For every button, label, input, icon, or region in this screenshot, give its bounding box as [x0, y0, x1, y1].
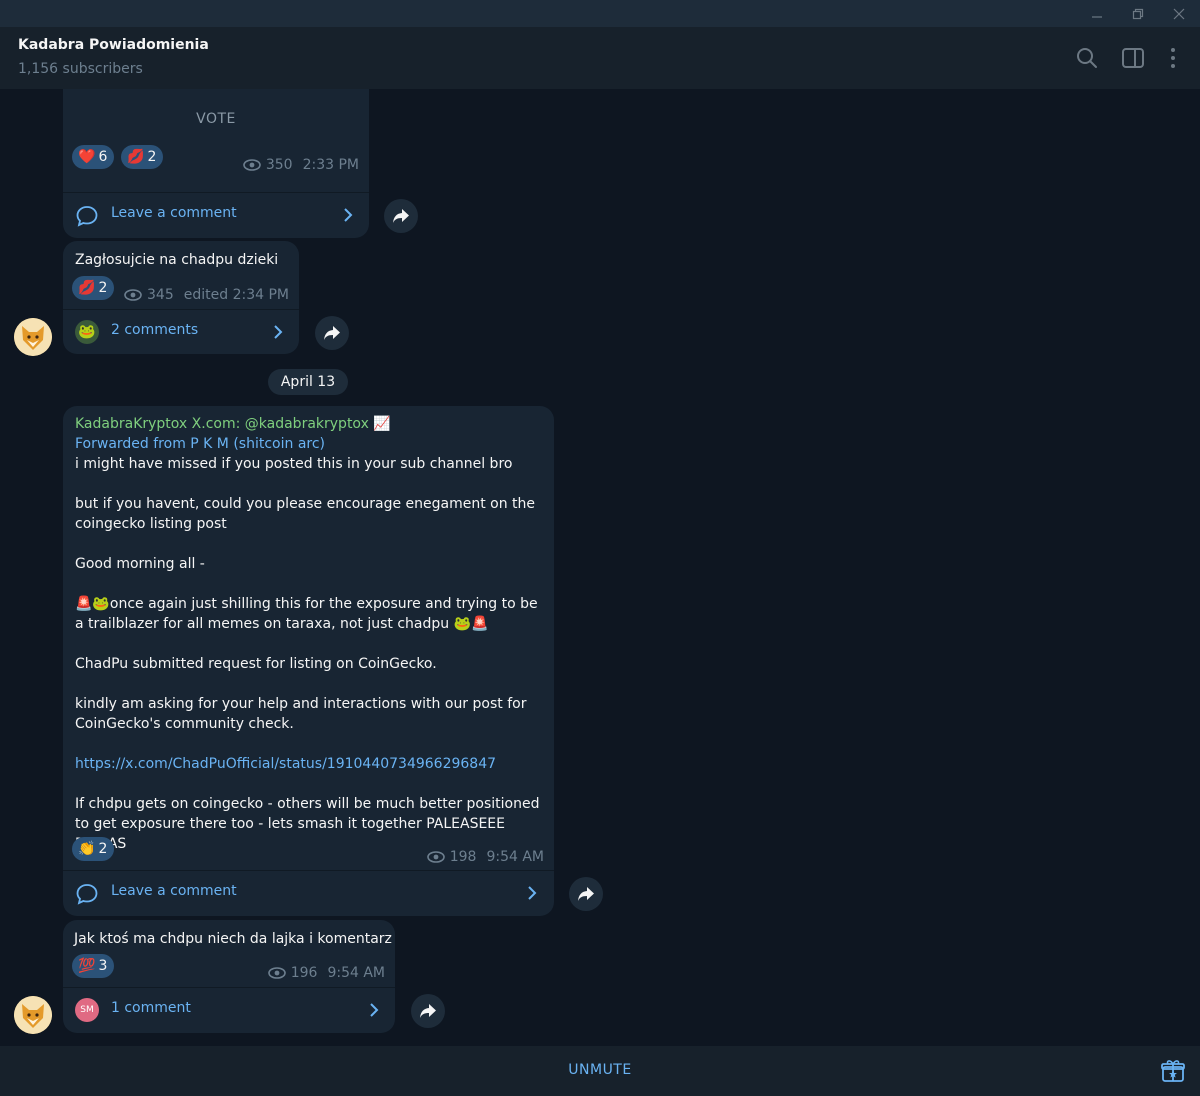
message-link[interactable]: https://x.com/ChadPuOfficial/status/1910…: [75, 754, 550, 774]
message-text: Jak ktoś ma chdpu niech da lajka i komen…: [74, 931, 392, 947]
share-arrow-icon: [578, 887, 594, 901]
channel-title[interactable]: Kadabra Powiadomienia: [18, 37, 209, 53]
share-arrow-icon: [420, 1004, 436, 1018]
message-paragraph: but if you havent, could you please enco…: [75, 496, 536, 532]
share-arrow-icon: [324, 326, 340, 340]
view-count: 198: [449, 849, 477, 865]
reaction-kiss[interactable]: 💋 2: [72, 276, 115, 300]
window-titlebar: [0, 0, 1200, 27]
comment-label: 1 comment: [111, 1000, 191, 1016]
chat-header[interactable]: Kadabra Powiadomienia 1,156 subscribers: [0, 27, 1200, 89]
message-paragraph: Good morning all -: [75, 556, 205, 572]
commenter-avatar: 🐸: [75, 320, 99, 344]
message-forwarded[interactable]: KadabraKryptox X.com: @kadabrakryptox 📈 …: [63, 406, 554, 916]
message-poll[interactable]: VOTE ❤️ 6 💋 2 350 2:33 PM Leave a commen…: [63, 89, 369, 238]
comments-button[interactable]: SM 1 comment: [63, 987, 395, 1033]
message-meta: 198 9:54 AM: [426, 849, 544, 865]
fox-logo-icon: [14, 318, 52, 356]
message-body: KadabraKryptox X.com: @kadabrakryptox 📈 …: [75, 414, 550, 854]
message-time: 9:54 AM: [486, 849, 544, 865]
view-count: 196: [290, 965, 318, 981]
share-arrow-icon: [393, 209, 409, 223]
share-button[interactable]: [411, 994, 445, 1028]
restore-icon[interactable]: [1115, 0, 1161, 27]
views-icon: [124, 289, 142, 301]
reaction-count: 2: [98, 280, 108, 296]
bottom-bar: UNMUTE: [0, 1046, 1200, 1096]
comment-label: 2 comments: [111, 322, 199, 338]
reaction-heart[interactable]: ❤️ 6: [72, 145, 115, 169]
fox-logo-icon: [14, 996, 52, 1034]
unmute-button[interactable]: UNMUTE: [0, 1062, 1200, 1078]
chevron-right-icon: [370, 1003, 379, 1017]
chevron-right-icon: [528, 886, 537, 900]
reaction-clap[interactable]: 👏 2: [72, 837, 115, 861]
chevron-right-icon: [274, 325, 283, 339]
message-paragraph: kindly am asking for your help and inter…: [75, 696, 527, 732]
heart-emoji: ❤️: [78, 149, 96, 165]
gift-icon[interactable]: [1160, 1058, 1186, 1084]
views-icon: [426, 851, 445, 863]
reaction-count: 3: [98, 958, 108, 974]
reaction-hundred[interactable]: 💯 3: [72, 954, 115, 978]
message-bubble[interactable]: Zagłosujcie na chadpu dzieki 💋 2 345 edi…: [63, 241, 299, 354]
share-button[interactable]: [315, 316, 349, 350]
views-icon: [243, 159, 261, 171]
forwarded-from[interactable]: Forwarded from P K M (shitcoin arc): [75, 434, 550, 454]
sidebar-toggle-icon[interactable]: [1120, 45, 1146, 71]
comments-button[interactable]: 🐸 2 comments: [63, 309, 299, 355]
message-paragraph: ChadPu submitted request for listing on …: [75, 656, 437, 672]
channel-avatar[interactable]: [14, 996, 52, 1034]
kiss-emoji: 💋: [127, 149, 145, 165]
reaction-kiss[interactable]: 💋 2: [121, 145, 164, 169]
comment-bubble-icon: [76, 884, 98, 905]
message-list[interactable]: VOTE ❤️ 6 💋 2 350 2:33 PM Leave a commen…: [0, 89, 1200, 1046]
message-meta: 350 2:33 PM: [243, 157, 359, 173]
view-count: 350: [265, 157, 293, 173]
reaction-count: 2: [98, 841, 108, 857]
share-button[interactable]: [384, 199, 418, 233]
message-paragraph: i might have missed if you posted this i…: [75, 456, 513, 472]
comment-label: Leave a comment: [111, 883, 237, 899]
message-time: 9:54 AM: [327, 965, 385, 981]
hundred-emoji: 💯: [78, 958, 96, 974]
chevron-right-icon: [344, 208, 353, 222]
views-icon: [267, 967, 286, 979]
vote-button[interactable]: VOTE: [63, 111, 369, 127]
reaction-count: 2: [147, 149, 157, 165]
comment-label: Leave a comment: [111, 205, 237, 221]
message-meta: 345 edited 2:34 PM: [124, 287, 289, 303]
message-text: Zagłosujcie na chadpu dzieki: [75, 252, 279, 268]
view-count: 345: [147, 287, 174, 303]
message-time: 2:33 PM: [302, 157, 359, 173]
date-separator: April 13: [268, 369, 348, 395]
more-options-icon[interactable]: [1160, 45, 1186, 71]
comments-button[interactable]: Leave a comment: [63, 192, 369, 238]
comment-bubble-icon: [76, 206, 98, 227]
comments-button[interactable]: Leave a comment: [63, 870, 554, 916]
message-bubble[interactable]: Jak ktoś ma chdpu niech da lajka i komen…: [63, 920, 395, 1033]
alarm-frog-emoji: 🚨🐸: [75, 596, 110, 612]
message-meta: 196 9:54 AM: [267, 965, 385, 981]
reaction-count: 6: [98, 149, 108, 165]
subscriber-count: 1,156 subscribers: [18, 61, 143, 77]
message-time: edited 2:34 PM: [183, 287, 289, 303]
channel-avatar[interactable]: [14, 318, 52, 356]
clap-emoji: 👏: [78, 841, 96, 857]
close-icon[interactable]: [1156, 0, 1200, 27]
message-paragraph: If chdpu gets on coingecko - others will…: [75, 796, 540, 852]
search-icon[interactable]: [1074, 45, 1100, 71]
commenter-avatar: SM: [75, 998, 99, 1022]
minimize-icon[interactable]: [1074, 0, 1120, 27]
message-source[interactable]: KadabraKryptox X.com: @kadabrakryptox 📈: [75, 414, 550, 434]
frog-alarm-emoji: 🐸🚨: [453, 616, 489, 632]
share-button[interactable]: [569, 877, 603, 911]
message-paragraph: 🚨🐸once again just shilling this for the …: [75, 594, 550, 634]
kiss-emoji: 💋: [78, 280, 96, 296]
